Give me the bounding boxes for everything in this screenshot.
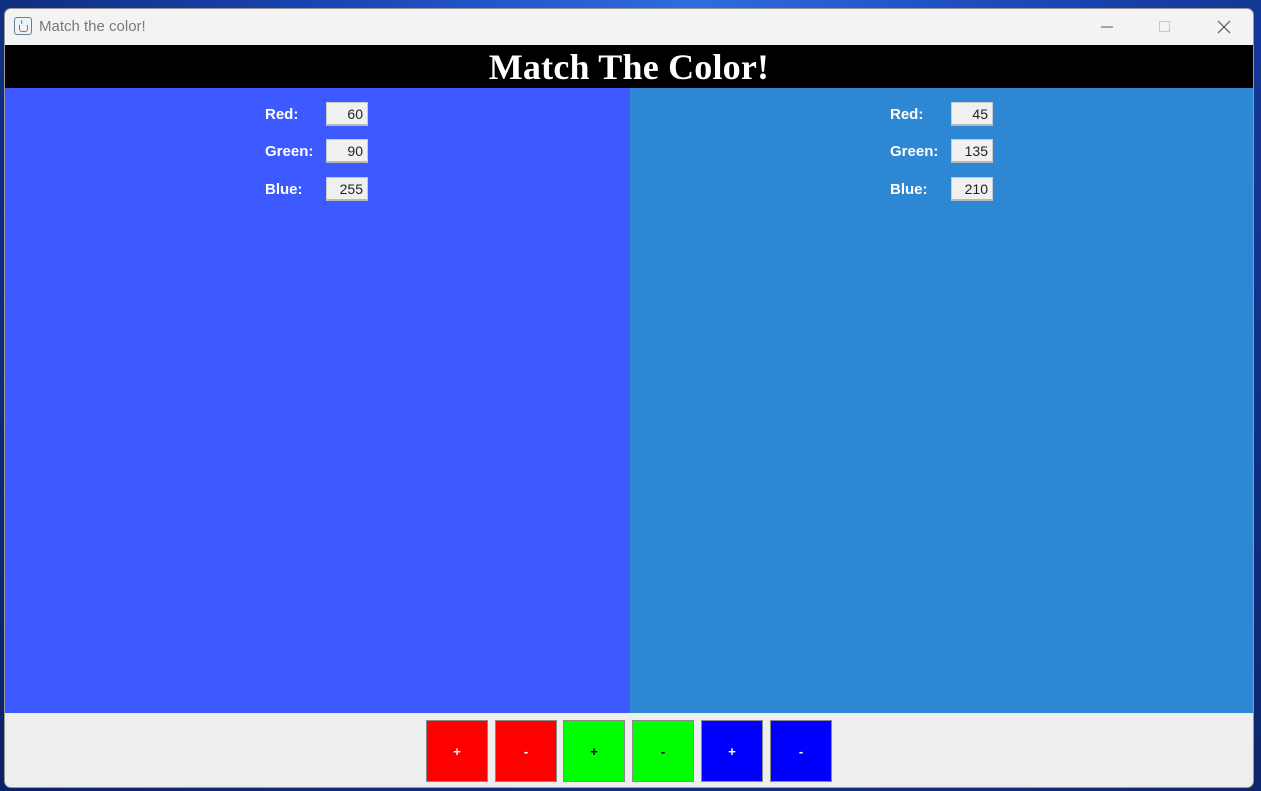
minimize-button[interactable] — [1078, 9, 1136, 45]
left-green-value[interactable]: 90 — [326, 139, 368, 163]
right-color-panel: Red: 45 Green: 135 Blue: 210 — [630, 88, 1253, 713]
left-red-label: Red: — [265, 105, 299, 123]
red-increase-button[interactable]: + — [426, 720, 488, 782]
java-cup-icon — [14, 17, 32, 35]
header-bar: Match The Color! — [5, 45, 1253, 88]
maximize-icon — [1159, 21, 1170, 32]
blue-increase-button[interactable]: + — [701, 720, 763, 782]
left-blue-label: Blue: — [265, 180, 303, 198]
minimize-icon — [1101, 26, 1113, 28]
right-green-label: Green: — [890, 142, 939, 160]
right-red-label: Red: — [890, 105, 924, 123]
blue-decrease-button[interactable]: - — [770, 720, 832, 782]
close-button[interactable] — [1195, 9, 1253, 45]
right-blue-label: Blue: — [890, 180, 928, 198]
left-color-panel: Red: 60 Green: 90 Blue: 255 — [5, 88, 630, 713]
page-title: Match The Color! — [488, 47, 770, 87]
left-green-label: Green: — [265, 142, 314, 160]
app-window: Match the color! Match The Color! Red: 6… — [4, 8, 1254, 788]
right-red-value[interactable]: 45 — [951, 102, 993, 126]
right-blue-value[interactable]: 210 — [951, 177, 993, 201]
green-decrease-button[interactable]: - — [632, 720, 694, 782]
close-icon — [1217, 20, 1231, 34]
left-red-value[interactable]: 60 — [326, 102, 368, 126]
title-bar[interactable]: Match the color! — [5, 9, 1253, 45]
right-green-value[interactable]: 135 — [951, 139, 993, 163]
left-blue-value[interactable]: 255 — [326, 177, 368, 201]
control-bar: + - + - + - — [5, 713, 1253, 787]
green-increase-button[interactable]: + — [563, 720, 625, 782]
red-decrease-button[interactable]: - — [495, 720, 557, 782]
maximize-button[interactable] — [1136, 9, 1194, 45]
window-title: Match the color! — [39, 18, 146, 35]
